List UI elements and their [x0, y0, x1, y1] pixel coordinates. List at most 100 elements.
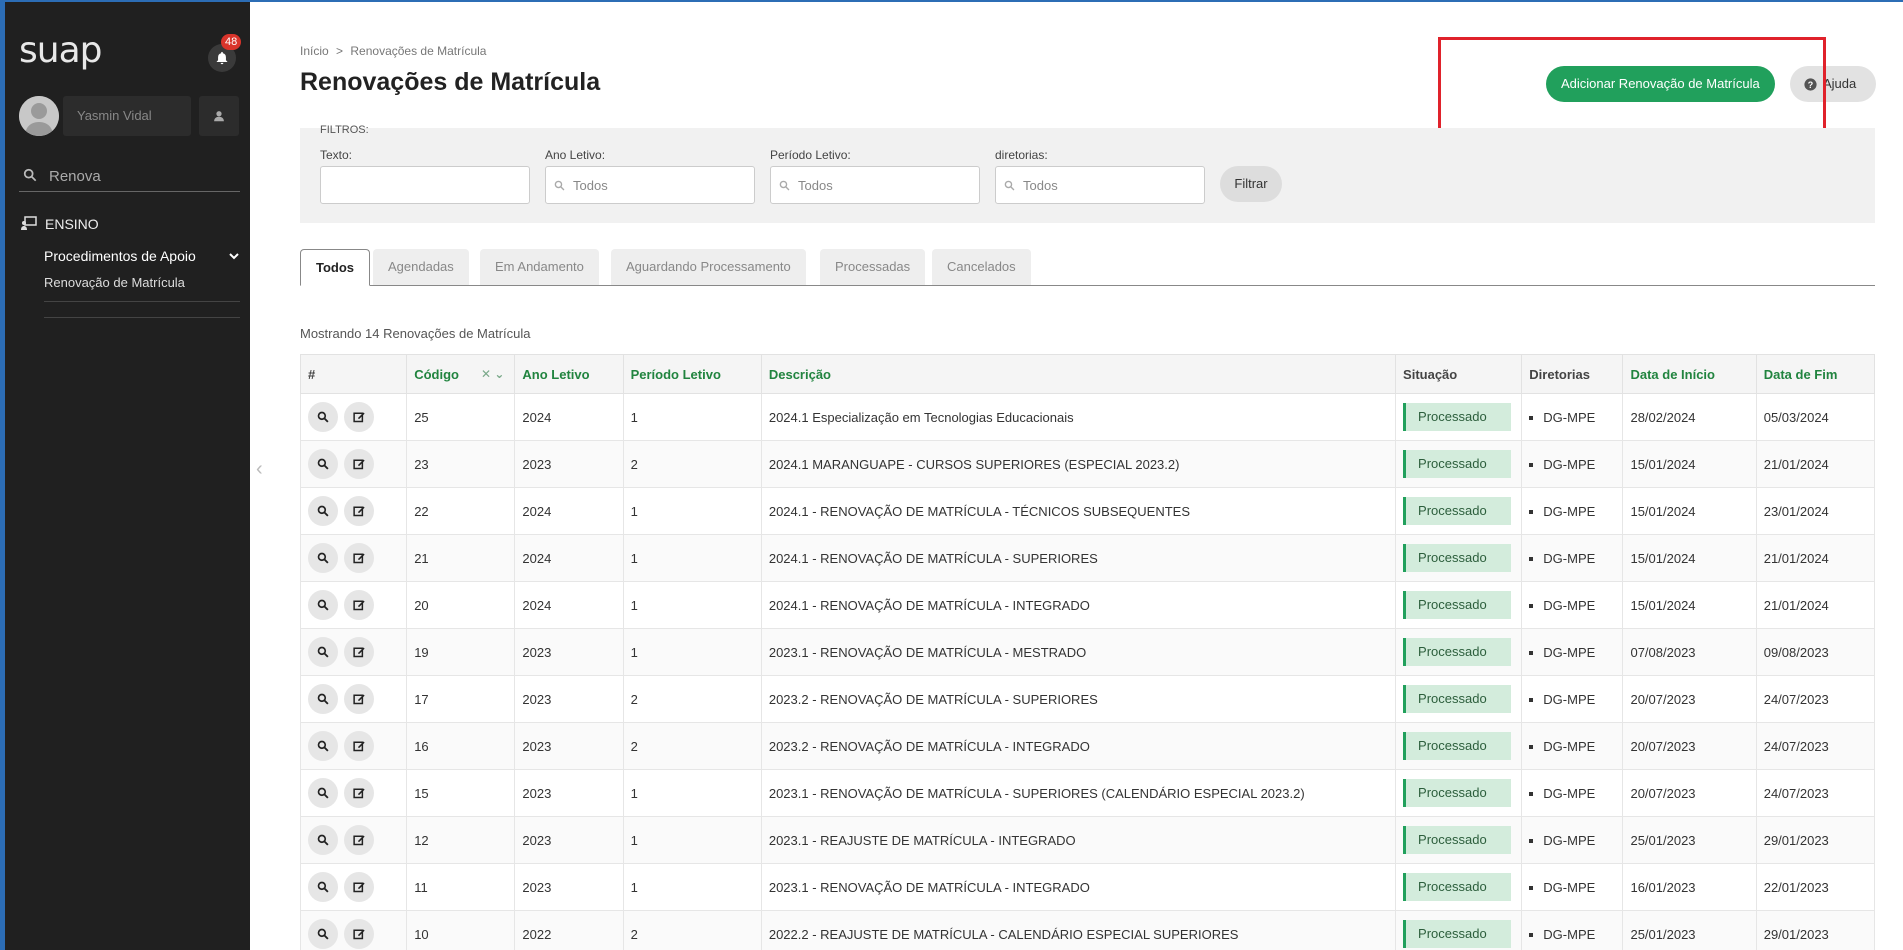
filter-ano-select[interactable]: Todos [545, 166, 755, 204]
filter-periodo-letivo: Período Letivo: Todos [770, 148, 980, 204]
edit-button[interactable] [344, 684, 374, 714]
view-button[interactable] [308, 919, 338, 949]
bullet-icon [1529, 416, 1534, 421]
tab-todos[interactable]: Todos [300, 249, 371, 286]
cell-periodo-letivo: 1 [622, 393, 762, 441]
col-periodo-letivo[interactable]: Período Letivo [622, 354, 762, 394]
col-data-inicio[interactable]: Data de Início [1622, 354, 1757, 394]
search-icon [317, 928, 329, 940]
sidebar-search-input[interactable]: Renova [49, 168, 101, 185]
edit-button[interactable] [344, 402, 374, 432]
filter-periodo-select[interactable]: Todos [770, 166, 980, 204]
table-row: 16 2023 2 2023.2 - RENOVAÇÃO DE MATRÍCULA -… [299, 722, 1876, 770]
user-name[interactable]: Yasmin Vidal [63, 96, 191, 136]
sort-clear-icon[interactable]: ✕ ⌄ [481, 367, 504, 381]
diretoria-value: DG-MPE [1543, 832, 1596, 848]
edit-button[interactable] [344, 778, 374, 808]
view-button[interactable] [308, 637, 338, 667]
view-button[interactable] [308, 402, 338, 432]
filter-texto-input[interactable] [320, 166, 530, 204]
diretoria-value: DG-MPE [1543, 926, 1596, 942]
status-badge: Processado [1403, 685, 1512, 713]
suap-logo[interactable]: suap [19, 30, 102, 71]
search-icon [317, 458, 329, 470]
view-button[interactable] [308, 449, 338, 479]
user-menu-button[interactable] [199, 96, 239, 136]
cell-situacao: Processado [1395, 769, 1523, 817]
filter-diretorias-select[interactable]: Todos [995, 166, 1205, 204]
edit-button[interactable] [344, 872, 374, 902]
status-badge: Processado [1403, 403, 1512, 431]
page-title: Renovações de Matrícula [300, 68, 601, 96]
cell-situacao: Processado [1395, 534, 1523, 582]
cell-descricao: 2024.1 - RENOVAÇÃO DE MATRÍCULA - TÉCNIC… [760, 487, 1397, 535]
col-ano-letivo[interactable]: Ano Letivo [514, 354, 624, 394]
view-button[interactable] [308, 684, 338, 714]
edit-button[interactable] [344, 919, 374, 949]
cell-data-fim: 21/01/2024 [1755, 581, 1876, 629]
cell-data-inicio: 20/07/2023 [1622, 722, 1757, 770]
sidebar-collapse-icon[interactable]: ‹ [256, 458, 263, 481]
cell-codigo: 11 [406, 863, 516, 911]
cell-ano-letivo: 2024 [514, 581, 624, 629]
cell-periodo-letivo: 1 [622, 863, 762, 911]
cell-data-inicio: 15/01/2024 [1622, 581, 1757, 629]
filter-periodo-label: Período Letivo: [770, 148, 851, 162]
diretoria-value: DG-MPE [1543, 550, 1596, 566]
diretoria-value: DG-MPE [1543, 785, 1596, 801]
col-codigo-label: Código [414, 366, 459, 382]
edit-button[interactable] [344, 496, 374, 526]
cell-codigo: 23 [406, 440, 516, 488]
view-button[interactable] [308, 590, 338, 620]
view-button[interactable] [308, 825, 338, 855]
col-situacao: Situação [1395, 354, 1523, 394]
edit-button[interactable] [344, 590, 374, 620]
edit-button[interactable] [344, 731, 374, 761]
view-button[interactable] [308, 778, 338, 808]
cell-data-fim: 29/01/2023 [1755, 816, 1876, 864]
cell-codigo: 17 [406, 675, 516, 723]
cell-ano-letivo: 2022 [514, 910, 624, 950]
sidebar-item-renovacao-de-matricula[interactable]: Renovação de Matrícula [44, 272, 240, 302]
row-actions [299, 816, 408, 864]
sidebar: suap 48 Yasmin Vidal Renova ENSINO Proce… [5, 2, 250, 950]
submenu-procedimentos-de-apoio[interactable]: Procedimentos de Apoio [44, 246, 240, 272]
filter-texto-label: Texto: [320, 148, 353, 162]
tab-aguardando-processamento[interactable]: Aguardando Processamento [611, 249, 806, 285]
view-button[interactable] [308, 496, 338, 526]
table-row: 22 2024 1 2024.1 - RENOVAÇÃO DE MATRÍCULA -… [299, 487, 1876, 535]
tab-em-andamento[interactable]: Em Andamento [480, 249, 599, 285]
edit-icon [353, 647, 365, 658]
result-count: Mostrando 14 Renovações de Matrícula [300, 326, 531, 341]
cell-descricao: 2023.1 - RENOVAÇÃO DE MATRÍCULA - INTEGR… [760, 863, 1397, 911]
diretoria-value: DG-MPE [1543, 691, 1596, 707]
cell-data-inicio: 15/01/2024 [1622, 440, 1757, 488]
view-button[interactable] [308, 543, 338, 573]
sidebar-search[interactable]: Renova [19, 162, 240, 192]
tab-agendadas[interactable]: Agendadas [373, 249, 469, 285]
diretoria-value: DG-MPE [1543, 879, 1596, 895]
bullet-icon [1529, 604, 1534, 609]
edit-button[interactable] [344, 825, 374, 855]
cell-data-inicio: 20/07/2023 [1622, 675, 1757, 723]
cell-periodo-letivo: 1 [622, 769, 762, 817]
col-data-fim[interactable]: Data de Fim [1755, 354, 1876, 394]
edit-icon [353, 882, 365, 893]
tab-processadas[interactable]: Processadas [820, 249, 926, 285]
edit-button[interactable] [344, 543, 374, 573]
filter-button[interactable]: Filtrar [1220, 166, 1282, 202]
col-descricao[interactable]: Descrição [760, 354, 1397, 394]
avatar[interactable] [19, 96, 59, 136]
submenu-title: Procedimentos de Apoio [44, 248, 196, 264]
edit-button[interactable] [344, 449, 374, 479]
view-button[interactable] [308, 731, 338, 761]
breadcrumb-home[interactable]: Início [300, 44, 329, 58]
edit-button[interactable] [344, 637, 374, 667]
submenu: Procedimentos de Apoio Renovação de Matr… [44, 246, 240, 318]
view-button[interactable] [308, 872, 338, 902]
table-row: 25 2024 1 2024.1 Especialização em Tecnolog… [299, 393, 1876, 441]
tab-cancelados[interactable]: Cancelados [932, 249, 1031, 285]
col-codigo[interactable]: Código ✕ ⌄ [406, 354, 516, 394]
cell-ano-letivo: 2023 [514, 628, 624, 676]
cell-diretorias: DG-MPE [1521, 393, 1624, 441]
